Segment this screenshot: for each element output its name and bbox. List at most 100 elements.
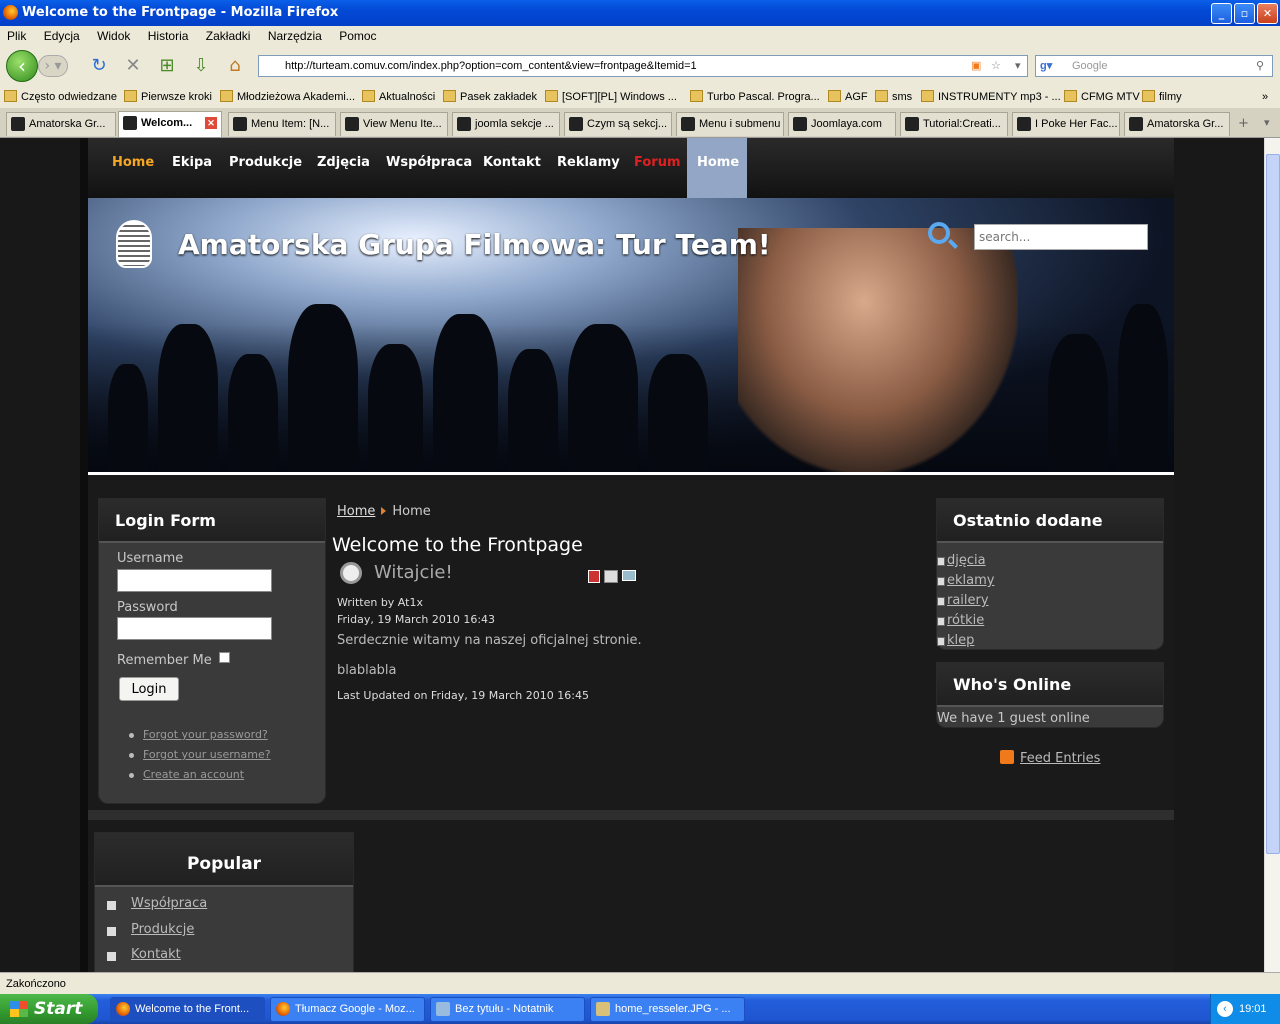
url-text: http://turteam.comuv.com/index.php?optio… — [285, 60, 697, 72]
new-tab-icon[interactable]: + — [1238, 116, 1249, 131]
magnifier-icon[interactable]: ⚲ — [1256, 56, 1264, 76]
maximize-button[interactable]: ▫ — [1234, 3, 1255, 24]
minimize-button[interactable]: _ — [1211, 3, 1232, 24]
start-button[interactable]: Start — [0, 994, 98, 1024]
forgot-username-link[interactable]: Forgot your username? — [143, 748, 271, 761]
stop-icon[interactable]: ✕ — [118, 50, 148, 82]
nav-home-active[interactable]: Home — [687, 138, 747, 198]
bookmark-item[interactable]: Turbo Pascal. Progra... — [690, 86, 820, 108]
bookmark-item[interactable]: sms — [875, 86, 912, 108]
taskbar-item[interactable]: home_resseler.JPG - ... — [590, 997, 745, 1022]
bookmark-item[interactable]: [SOFT][PL] Windows ... — [545, 86, 677, 108]
nav-kontakt[interactable]: Kontakt — [483, 138, 541, 198]
forgot-password-link[interactable]: Forgot your password? — [143, 728, 268, 741]
scrollbar-thumb[interactable] — [1266, 154, 1280, 854]
close-button[interactable]: ✕ — [1257, 3, 1278, 24]
bookmark-item[interactable]: AGF — [828, 86, 868, 108]
browser-tab[interactable]: Amatorska Gr... — [1124, 112, 1230, 136]
browser-tab[interactable]: Tutorial:Creati... — [900, 112, 1008, 136]
star-icon[interactable]: ☆ — [991, 56, 1001, 76]
forward-button[interactable]: › ▾ — [38, 55, 68, 77]
page-viewport: Home Ekipa Produkcje Zdjęcia Współpraca … — [0, 138, 1264, 972]
taskbar: Start Welcome to the Front... Tłumacz Go… — [0, 994, 1280, 1024]
firefox-icon — [3, 5, 18, 20]
menu-zakladki[interactable]: Zakładki — [206, 29, 251, 43]
browser-tab[interactable]: Amatorska Gr... — [6, 112, 116, 136]
back-button[interactable]: ‹ — [6, 50, 38, 82]
latest-item[interactable]: djęcia — [947, 553, 986, 568]
menu-edycja[interactable]: Edycja — [44, 29, 80, 43]
browser-tab[interactable]: joomla sekcje ... — [452, 112, 560, 136]
bookmark-item[interactable]: Często odwiedzane — [4, 86, 117, 108]
print-icon[interactable] — [604, 570, 618, 583]
bookmark-item[interactable]: filmy — [1142, 86, 1182, 108]
browser-tab[interactable]: Czym są sekcj... — [564, 112, 672, 136]
nav-forum[interactable]: Forum — [634, 138, 681, 198]
vertical-scrollbar[interactable] — [1264, 138, 1280, 972]
nav-home[interactable]: Home — [112, 138, 154, 198]
browser-tab[interactable]: I Poke Her Fac... — [1012, 112, 1120, 136]
login-button[interactable]: Login — [119, 677, 179, 701]
latest-item[interactable]: eklamy — [947, 573, 994, 588]
browser-tab[interactable]: View Menu Ite... — [340, 112, 448, 136]
latest-module: Ostatnio dodane djęcia eklamy railery ró… — [936, 498, 1164, 650]
bookmark-item[interactable]: Pasek zakładek — [443, 86, 537, 108]
url-bar[interactable]: http://turteam.comuv.com/index.php?optio… — [258, 55, 1028, 77]
create-account-link[interactable]: Create an account — [143, 768, 244, 781]
latest-item[interactable]: rótkie — [947, 613, 984, 628]
pdf-icon[interactable] — [588, 570, 600, 583]
popular-item[interactable]: Produkcje — [131, 922, 194, 937]
latest-item[interactable]: klep — [947, 633, 974, 648]
home-icon[interactable]: ⌂ — [220, 50, 250, 82]
nav-reklamy[interactable]: Reklamy — [557, 138, 620, 198]
browser-tab[interactable]: Joomlaya.com — [788, 112, 896, 136]
taskbar-item-active[interactable]: Welcome to the Front... — [110, 997, 265, 1022]
login-module: Login Form Username Password Remember Me… — [98, 498, 326, 804]
taskbar-item[interactable]: Tłumacz Google - Moz... — [270, 997, 425, 1022]
nav-produkcje[interactable]: Produkcje — [229, 138, 302, 198]
browser-tab[interactable]: Menu Item: [N... — [228, 112, 336, 136]
tray-expand-icon[interactable]: ‹ — [1217, 1001, 1233, 1017]
page-title: Welcome to the Frontpage — [332, 534, 583, 556]
bookmark-item[interactable]: CFMG MTV — [1064, 86, 1140, 108]
new-tab-icon[interactable]: ⊞ — [152, 50, 182, 82]
chevron-right-icon[interactable]: » — [1262, 86, 1268, 108]
google-icon[interactable]: g▾ — [1040, 56, 1052, 76]
search-icon — [928, 222, 950, 244]
online-module: Who's Online We have 1 guest online — [936, 662, 1164, 728]
menu-historia[interactable]: Historia — [148, 29, 189, 43]
browser-tab[interactable]: Menu i submenu — [676, 112, 784, 136]
menu-pomoc[interactable]: Pomoc — [339, 29, 376, 43]
latest-item[interactable]: railery — [947, 593, 989, 608]
popular-item[interactable]: Współpraca — [131, 896, 207, 911]
remember-checkbox[interactable] — [219, 652, 230, 663]
download-icon[interactable]: ⇩ — [186, 50, 216, 82]
bookmark-item[interactable]: Aktualności — [362, 86, 435, 108]
menu-plik[interactable]: Plik — [7, 29, 26, 43]
site-search-input[interactable] — [974, 224, 1148, 250]
bookmarks-toolbar: Często odwiedzane Pierwsze kroki Młodzie… — [0, 86, 1280, 108]
rss-icon[interactable]: ▣ — [971, 56, 981, 76]
username-input[interactable] — [117, 569, 272, 592]
tab-list-icon[interactable]: ▾ — [1264, 116, 1270, 129]
nav-wspolpraca[interactable]: Współpraca — [386, 138, 472, 198]
browser-tab-active[interactable]: Welcom... ✕ — [118, 111, 222, 137]
bookmark-item[interactable]: INSTRUMENTY mp3 - ... — [921, 86, 1061, 108]
nav-zdjecia[interactable]: Zdjęcia — [317, 138, 370, 198]
bookmark-item[interactable]: Młodzieżowa Akademi... — [220, 86, 355, 108]
password-input[interactable] — [117, 617, 272, 640]
taskbar-item[interactable]: Bez tytułu - Notatnik — [430, 997, 585, 1022]
chevron-down-icon[interactable]: ▾ — [1015, 56, 1021, 76]
reload-icon[interactable]: ↻ — [84, 50, 114, 82]
search-engine-box[interactable]: Google g▾ ⚲ — [1035, 55, 1273, 77]
menu-narzedzia[interactable]: Narzędzia — [268, 29, 322, 43]
menu-widok[interactable]: Widok — [97, 29, 130, 43]
feed-entries-link[interactable]: Feed Entries — [1000, 750, 1100, 766]
tab-strip: Amatorska Gr... Welcom... ✕ Menu Item: [N… — [0, 108, 1280, 138]
popular-item[interactable]: Kontakt — [131, 947, 181, 962]
bookmark-item[interactable]: Pierwsze kroki — [124, 86, 212, 108]
breadcrumb-home-link[interactable]: Home — [337, 504, 375, 519]
email-icon[interactable] — [622, 570, 636, 581]
nav-ekipa[interactable]: Ekipa — [172, 138, 212, 198]
tab-close-icon[interactable]: ✕ — [205, 117, 217, 129]
